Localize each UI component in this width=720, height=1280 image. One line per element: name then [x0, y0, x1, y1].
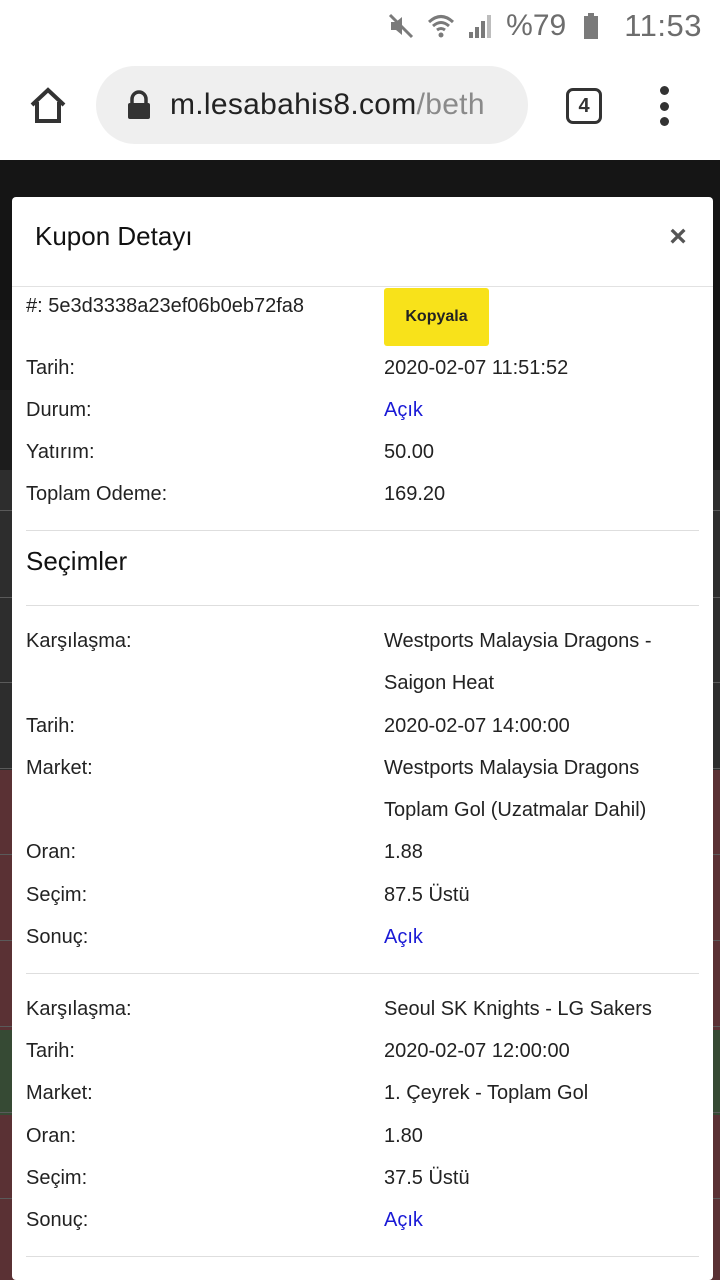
market-value: 1. Çeyrek - Toplam Gol: [384, 1082, 589, 1104]
date-label: Tarih:: [26, 715, 75, 737]
selections-title: Seçimler: [26, 546, 128, 576]
match-label: Karşılaşma:: [26, 998, 132, 1020]
menu-dot-icon: [659, 101, 669, 111]
coupon-date-label: Tarih:: [26, 357, 75, 379]
modal-header: Kupon Detayı ×: [12, 197, 713, 287]
market-label: Market:: [26, 757, 93, 779]
mute-icon: [386, 11, 416, 41]
more-options-button[interactable]: [650, 82, 678, 130]
coupon-payout-label: Toplam Odeme:: [26, 483, 168, 505]
home-button[interactable]: [24, 82, 72, 130]
modal-title: Kupon Detayı: [35, 221, 193, 251]
coupon-status-label: Durum:: [26, 399, 92, 421]
match-value: Westports Malaysia Dragons - Saigon Heat: [384, 630, 652, 694]
close-button[interactable]: ×: [663, 219, 693, 255]
wifi-icon: [426, 11, 456, 41]
pick-value: 87.5 Üstü: [384, 884, 470, 906]
result-value: Açık: [384, 926, 423, 948]
coupon-detail-modal: Kupon Detayı × #: 5e3d3338a23ef06b0eb72f…: [12, 197, 713, 1280]
url-path: /beth: [416, 88, 485, 121]
pick-label: Seçim:: [26, 1167, 88, 1189]
lock-icon: [128, 90, 150, 119]
match-value: Seoul SK Knights - LG Sakers: [384, 998, 652, 1020]
divider: [26, 530, 699, 531]
coupon-stake-label: Yatırım:: [26, 441, 95, 463]
clock: 11:53: [624, 8, 702, 43]
divider: [26, 605, 699, 606]
result-label: Sonuç:: [26, 1209, 89, 1231]
odds-value: 1.80: [384, 1125, 423, 1147]
battery-percent: %79: [506, 9, 567, 42]
date-label: Tarih:: [26, 1040, 75, 1062]
odds-value: 1.88: [384, 841, 423, 863]
coupon-date-value: 2020-02-07 11:51:52: [384, 357, 569, 379]
url-domain: m.lesabahis8.com: [170, 88, 417, 121]
pick-label: Seçim:: [26, 884, 88, 906]
odds-label: Oran:: [26, 841, 77, 863]
address-bar[interactable]: m.lesabahis8.com/beth: [96, 66, 528, 144]
signal-icon: [466, 11, 496, 41]
menu-dot-icon: [659, 86, 669, 95]
menu-dot-icon: [659, 117, 669, 126]
status-bar: %79 11:53: [0, 0, 720, 52]
divider: [26, 973, 699, 974]
divider: [26, 1256, 699, 1257]
market-value: Westports Malaysia Dragons Toplam Gol (U…: [384, 757, 647, 821]
pick-value: 37.5 Üstü: [384, 1167, 470, 1189]
match-label: Karşılaşma:: [26, 630, 132, 652]
home-icon: [30, 87, 66, 123]
coupon-stake-value: 50.00: [384, 441, 435, 463]
date-value: 2020-02-07 12:00:00: [384, 1040, 570, 1062]
url-text: m.lesabahis8.com/beth: [170, 88, 485, 122]
odds-label: Oran:: [26, 1125, 77, 1147]
browser-toolbar: m.lesabahis8.com/beth 4: [0, 52, 720, 160]
coupon-payout-value: 169.20: [384, 483, 446, 505]
result-value: Açık: [384, 1209, 423, 1231]
coupon-id: #: 5e3d3338a23ef06b0eb72fa8: [26, 295, 305, 317]
result-label: Sonuç:: [26, 926, 89, 948]
market-label: Market:: [26, 1082, 93, 1104]
coupon-status-value: Açık: [384, 399, 423, 421]
date-value: 2020-02-07 14:00:00: [384, 715, 570, 737]
copy-button[interactable]: Kopyala: [384, 288, 489, 346]
battery-icon: [576, 11, 606, 41]
tab-switcher-button[interactable]: 4: [566, 88, 602, 124]
